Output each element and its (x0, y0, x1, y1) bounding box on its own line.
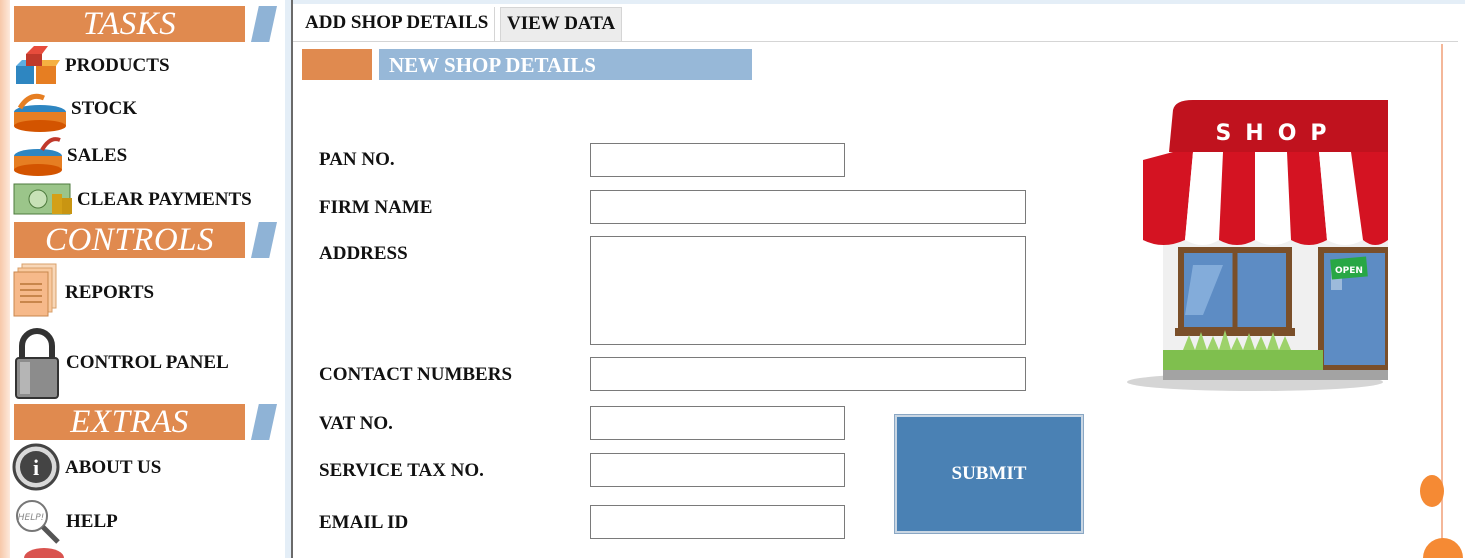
sidebar: TASKS PRODUCTS STOCK SALES CLEAR PAYMENT… (10, 0, 285, 558)
tab-bar: ADD SHOP DETAILS VIEW DATA (293, 4, 1458, 42)
section-title-controls: CONTROLS (14, 222, 245, 258)
sidebar-item-control-panel[interactable]: CONTROL PANEL (10, 328, 285, 402)
svg-text:i: i (33, 455, 39, 480)
documents-icon (12, 262, 62, 325)
pan-no-input[interactable] (590, 143, 845, 177)
sidebar-item-label: REPORTS (65, 282, 155, 303)
firm-name-input[interactable] (590, 190, 1026, 224)
money-icon (12, 180, 76, 223)
sales-icon (12, 134, 68, 181)
address-label: ADDRESS (319, 243, 408, 264)
sidebar-item-label: ABOUT US (65, 457, 162, 478)
tab-add-shop-details[interactable]: ADD SHOP DETAILS (299, 7, 496, 41)
sidebar-item-clear-payments[interactable]: CLEAR PAYMENTS (10, 180, 285, 220)
sidebar-item-about-us[interactable]: i ABOUT US (10, 442, 285, 494)
decorative-dot (1420, 475, 1444, 507)
section-header-tasks: TASKS (14, 6, 284, 42)
section-header-controls: CONTROLS (14, 222, 284, 258)
sidebar-item-label: HELP (66, 511, 118, 532)
sidebar-item-label: STOCK (71, 98, 138, 119)
sidebar-item-label: PRODUCTS (65, 55, 170, 76)
section-header-extras: EXTRAS (14, 404, 284, 440)
address-textarea[interactable] (590, 236, 1026, 345)
sidebar-item-sales[interactable]: SALES (10, 134, 285, 178)
contact-numbers-label: CONTACT NUMBERS (319, 364, 513, 385)
shop-illustration: OPEN SHOP (1123, 100, 1391, 405)
svg-text:SHOP: SHOP (1215, 121, 1340, 146)
section-tab-extras[interactable] (251, 404, 277, 440)
sidebar-item-label: CLEAR PAYMENTS (77, 189, 252, 210)
pan-no-label: PAN NO. (319, 149, 395, 170)
sidebar-item-help[interactable]: HELP! HELP (10, 496, 285, 546)
vat-no-label: VAT NO. (319, 413, 393, 434)
service-tax-no-label: SERVICE TAX NO. (319, 460, 484, 481)
service-tax-no-input[interactable] (590, 453, 845, 487)
firm-name-label: FIRM NAME (319, 197, 433, 218)
email-id-input[interactable] (590, 505, 845, 539)
title-accent-block (302, 49, 372, 80)
sidebar-item-label: CONTROL PANEL (66, 352, 229, 373)
section-tab-tasks[interactable] (251, 6, 277, 42)
form-title: NEW SHOP DETAILS (379, 49, 752, 80)
contact-numbers-input[interactable] (590, 357, 1026, 391)
svg-text:HELP!: HELP! (18, 513, 45, 523)
svg-text:OPEN: OPEN (1335, 266, 1363, 276)
help-magnifier-icon: HELP! (12, 496, 64, 551)
info-icon: i (12, 442, 62, 497)
vat-no-input[interactable] (590, 406, 845, 440)
products-icon (12, 44, 60, 89)
section-title-tasks: TASKS (14, 6, 245, 42)
left-decorative-strip (0, 0, 10, 558)
sidebar-item-stock[interactable]: STOCK (10, 88, 285, 132)
sidebar-item-label: SALES (67, 145, 128, 166)
sidebar-item-products[interactable]: PRODUCTS (10, 44, 285, 86)
submit-button[interactable]: SUBMIT (895, 415, 1083, 533)
tab-view-data[interactable]: VIEW DATA (500, 7, 623, 41)
main-panel: ADD SHOP DETAILS VIEW DATA NEW SHOP DETA… (293, 4, 1465, 558)
section-tab-controls[interactable] (251, 222, 277, 258)
padlock-icon (12, 328, 62, 405)
email-id-label: EMAIL ID (319, 512, 409, 533)
stock-icon (12, 90, 68, 137)
sidebar-item-reports[interactable]: REPORTS (10, 262, 285, 322)
section-title-extras: EXTRAS (14, 404, 245, 440)
